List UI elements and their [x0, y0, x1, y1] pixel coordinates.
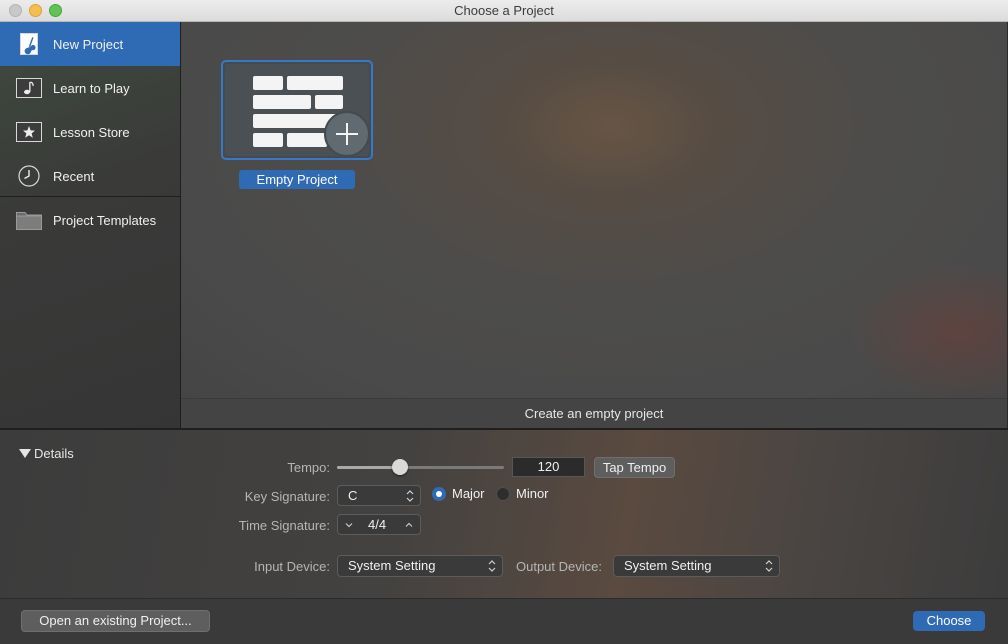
sidebar-item-project-templates[interactable]: Project Templates — [0, 198, 180, 242]
input-device-label: Input Device: — [254, 559, 330, 574]
sidebar-item-label: Project Templates — [53, 212, 157, 228]
time-signature-stepper[interactable]: 4/4 — [337, 514, 421, 535]
sidebar-item-label: Recent — [53, 168, 95, 184]
folder-icon — [16, 209, 42, 231]
time-signature-value: 4/4 — [368, 517, 387, 532]
updown-chevron-icon — [406, 490, 414, 502]
sidebar-item-label: Lesson Store — [53, 124, 130, 140]
sidebar-item-lesson-store[interactable]: Lesson Store — [0, 110, 180, 154]
sidebar-divider — [0, 196, 180, 197]
empty-project-tile[interactable] — [221, 60, 373, 160]
project-browser: Empty Project — [181, 22, 1007, 402]
footer-bar: Open an existing Project... Choose — [0, 598, 1008, 644]
window-title: Choose a Project — [454, 3, 554, 18]
details-panel: Details Tempo: 120 Tap Tempo Key Signatu… — [0, 430, 1008, 598]
open-existing-project-button[interactable]: Open an existing Project... — [21, 610, 210, 632]
output-device-popup[interactable]: System Setting — [613, 555, 780, 577]
minimize-window-button[interactable] — [29, 4, 42, 17]
input-device-value: System Setting — [348, 558, 436, 573]
key-signature-label: Key Signature: — [244, 489, 330, 504]
input-device-popup[interactable]: System Setting — [337, 555, 503, 577]
major-label: Major — [452, 486, 485, 501]
disclosure-triangle-icon — [19, 449, 31, 458]
music-note-icon — [16, 77, 42, 99]
bricks-plus-icon — [225, 64, 370, 157]
guitar-document-icon — [16, 33, 42, 55]
details-disclosure[interactable]: Details — [19, 446, 74, 461]
key-signature-popup[interactable]: C — [337, 485, 421, 506]
sidebar: New Project Learn to Play Lesson Store R… — [0, 22, 181, 428]
clock-icon — [16, 165, 42, 187]
template-description: Create an empty project — [181, 398, 1007, 428]
empty-project-label[interactable]: Empty Project — [239, 170, 355, 189]
choose-button[interactable]: Choose — [913, 611, 985, 631]
tap-tempo-button[interactable]: Tap Tempo — [594, 457, 675, 478]
time-signature-label: Time Signature: — [238, 518, 330, 533]
tempo-label: Tempo: — [287, 460, 330, 475]
close-window-button[interactable] — [9, 4, 22, 17]
zoom-window-button[interactable] — [49, 4, 62, 17]
tempo-slider[interactable] — [337, 459, 504, 475]
add-icon — [324, 111, 370, 157]
star-icon — [16, 121, 42, 143]
chevron-up-icon[interactable] — [402, 518, 416, 532]
major-radio[interactable] — [432, 487, 446, 501]
sidebar-item-label: Learn to Play — [53, 80, 130, 96]
sidebar-item-recent[interactable]: Recent — [0, 154, 180, 198]
output-device-label: Output Device: — [516, 559, 602, 574]
tempo-field[interactable]: 120 — [512, 457, 585, 477]
tempo-slider-fill — [337, 466, 401, 469]
output-device-value: System Setting — [624, 558, 712, 573]
updown-chevron-icon — [488, 560, 496, 572]
sidebar-item-new-project[interactable]: New Project — [0, 22, 180, 66]
chevron-down-icon[interactable] — [342, 518, 356, 532]
minor-label: Minor — [516, 486, 549, 501]
title-bar: Choose a Project — [0, 0, 1008, 22]
sidebar-item-learn-to-play[interactable]: Learn to Play — [0, 66, 180, 110]
sidebar-item-label: New Project — [53, 36, 124, 52]
updown-chevron-icon — [765, 560, 773, 572]
key-signature-value: C — [348, 488, 358, 503]
tempo-slider-thumb[interactable] — [392, 459, 409, 475]
details-label: Details — [34, 446, 74, 461]
minor-radio[interactable] — [496, 487, 510, 501]
